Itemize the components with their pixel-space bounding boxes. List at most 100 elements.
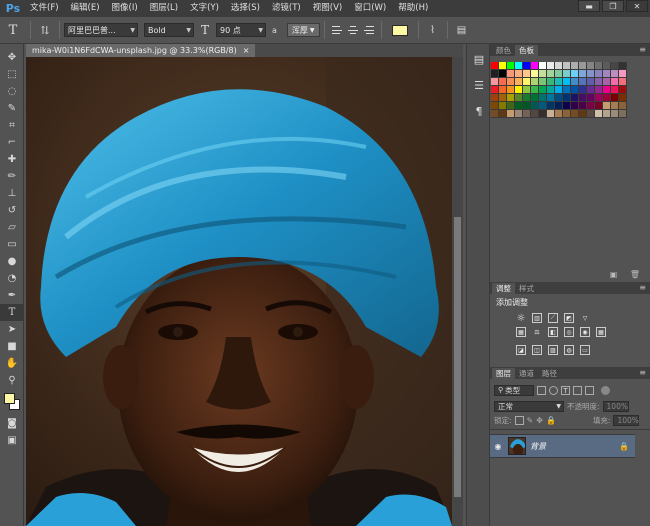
color-swatch[interactable] — [563, 94, 571, 102]
font-family-select[interactable]: 阿里巴巴普... ▼ — [64, 23, 138, 37]
color-swatch[interactable] — [563, 70, 571, 78]
menu-edit[interactable]: 编辑(E) — [65, 0, 106, 17]
color-swatch[interactable] — [547, 78, 555, 86]
close-button[interactable]: ✕ — [626, 0, 648, 12]
color-swatch[interactable] — [539, 110, 547, 118]
color-swatch[interactable] — [587, 94, 595, 102]
layer-kind-select[interactable]: ⚲ 类型 — [494, 384, 534, 396]
color-swatch[interactable] — [547, 70, 555, 78]
color-swatch[interactable] — [611, 70, 619, 78]
menu-image[interactable]: 图像(I) — [106, 0, 144, 17]
color-swatch[interactable] — [491, 94, 499, 102]
color-swatch[interactable] — [515, 86, 523, 94]
filter-toggle-icon[interactable] — [601, 385, 610, 395]
color-swatch[interactable] — [603, 86, 611, 94]
color-swatch[interactable] — [491, 78, 499, 86]
color-swatch[interactable] — [491, 86, 499, 94]
color-swatch[interactable] — [587, 86, 595, 94]
color-swatch[interactable] — [547, 86, 555, 94]
color-swatch[interactable] — [523, 70, 531, 78]
type-filter-icon[interactable]: T — [561, 385, 570, 395]
pen-tool-icon[interactable]: ✒ — [0, 287, 24, 304]
color-swatch[interactable] — [603, 102, 611, 110]
color-swatch[interactable] — [515, 110, 523, 118]
color-swatch[interactable] — [571, 110, 579, 118]
properties-panel-icon[interactable]: ☰ — [468, 74, 490, 96]
swatch-grid[interactable] — [491, 62, 629, 118]
color-swatch[interactable] — [603, 94, 611, 102]
opacity-input[interactable]: 100% — [602, 400, 629, 412]
color-swatch[interactable] — [563, 62, 571, 70]
color-balance-icon[interactable]: ⚖ — [532, 327, 542, 337]
selective-color-icon[interactable]: ◍ — [564, 345, 574, 355]
new-swatch-icon[interactable]: ▣ — [610, 270, 618, 279]
path-select-tool-icon[interactable]: ➤ — [0, 321, 24, 338]
brightness-icon[interactable]: ☼ — [516, 313, 526, 324]
levels-icon[interactable]: ▥ — [532, 313, 542, 323]
color-swatch[interactable] — [515, 70, 523, 78]
document-canvas[interactable] — [26, 57, 452, 526]
photo-filter-icon[interactable]: ◎ — [564, 327, 574, 337]
align-left-icon[interactable] — [331, 24, 343, 36]
color-swatch[interactable] — [523, 86, 531, 94]
color-swatch[interactable] — [555, 62, 563, 70]
color-swatch[interactable] — [531, 70, 539, 78]
color-lookup-icon[interactable]: ▦ — [596, 327, 606, 337]
text-color-swatch[interactable] — [391, 24, 408, 36]
tab-styles[interactable]: 样式 — [515, 283, 538, 294]
trash-icon[interactable]: 🗑 — [630, 270, 640, 279]
text-orientation-icon[interactable]: ⇅ — [35, 20, 55, 40]
color-swatch[interactable] — [603, 62, 611, 70]
color-swatch[interactable] — [571, 62, 579, 70]
color-swatch[interactable] — [507, 94, 515, 102]
warp-text-icon[interactable]: ⌇ — [423, 20, 443, 40]
channel-mixer-icon[interactable]: ◉ — [580, 327, 590, 337]
dodge-tool-icon[interactable]: ◔ — [0, 270, 24, 287]
color-swatch[interactable] — [595, 78, 603, 86]
color-swatch[interactable] — [515, 78, 523, 86]
color-swatch[interactable] — [547, 110, 555, 118]
marquee-tool-icon[interactable]: ⬚ — [0, 66, 24, 83]
panel-menu-icon[interactable]: ≡ — [639, 45, 646, 54]
quick-mask-icon[interactable]: ◙ — [0, 415, 24, 432]
history-brush-tool-icon[interactable]: ↺ — [0, 202, 24, 219]
color-swatch[interactable] — [611, 78, 619, 86]
blend-mode-select[interactable]: 正常 ▼ — [494, 400, 564, 412]
panel-menu-icon[interactable]: ≡ — [639, 368, 646, 377]
color-swatch[interactable] — [531, 94, 539, 102]
eyedropper-tool-icon[interactable]: ⌐ — [0, 134, 24, 151]
black-white-icon[interactable]: ◧ — [548, 327, 558, 337]
color-swatch[interactable] — [619, 102, 627, 110]
hue-saturation-icon[interactable]: ▦ — [516, 327, 526, 337]
menu-window[interactable]: 窗口(W) — [348, 0, 392, 17]
color-swatch[interactable] — [579, 78, 587, 86]
color-swatch[interactable] — [571, 86, 579, 94]
color-swatch[interactable] — [507, 102, 515, 110]
posterize-icon[interactable]: ◫ — [532, 345, 542, 355]
tab-paths[interactable]: 路径 — [538, 368, 561, 379]
color-swatch[interactable] — [555, 102, 563, 110]
color-swatch[interactable] — [595, 70, 603, 78]
color-swatch[interactable] — [539, 70, 547, 78]
color-swatch[interactable] — [595, 102, 603, 110]
color-swatch[interactable] — [563, 86, 571, 94]
color-swatch[interactable] — [579, 86, 587, 94]
color-swatch[interactable] — [619, 78, 627, 86]
pixel-filter-icon[interactable] — [537, 385, 546, 395]
color-swatch[interactable] — [611, 110, 619, 118]
color-swatch[interactable] — [539, 86, 547, 94]
gradient-tool-icon[interactable]: ▭ — [0, 236, 24, 253]
document-tab[interactable]: mika-W0i1N6FdCWA-unsplash.jpg @ 33.3%(RG… — [26, 44, 256, 57]
color-swatch[interactable] — [531, 86, 539, 94]
color-swatch[interactable] — [491, 110, 499, 118]
color-swatch[interactable] — [531, 110, 539, 118]
curves-icon[interactable]: ⟋ — [548, 313, 558, 323]
color-swatch[interactable] — [555, 70, 563, 78]
lasso-tool-icon[interactable]: ◌ — [0, 83, 24, 100]
menu-type[interactable]: 文字(Y) — [184, 0, 225, 17]
menu-filter[interactable]: 滤镜(T) — [266, 0, 307, 17]
move-tool-icon[interactable]: ✥ — [0, 49, 24, 66]
character-panel-icon[interactable]: ▤ — [452, 20, 472, 40]
color-swatch[interactable] — [515, 94, 523, 102]
font-style-select[interactable]: Bold ▼ — [144, 23, 194, 37]
